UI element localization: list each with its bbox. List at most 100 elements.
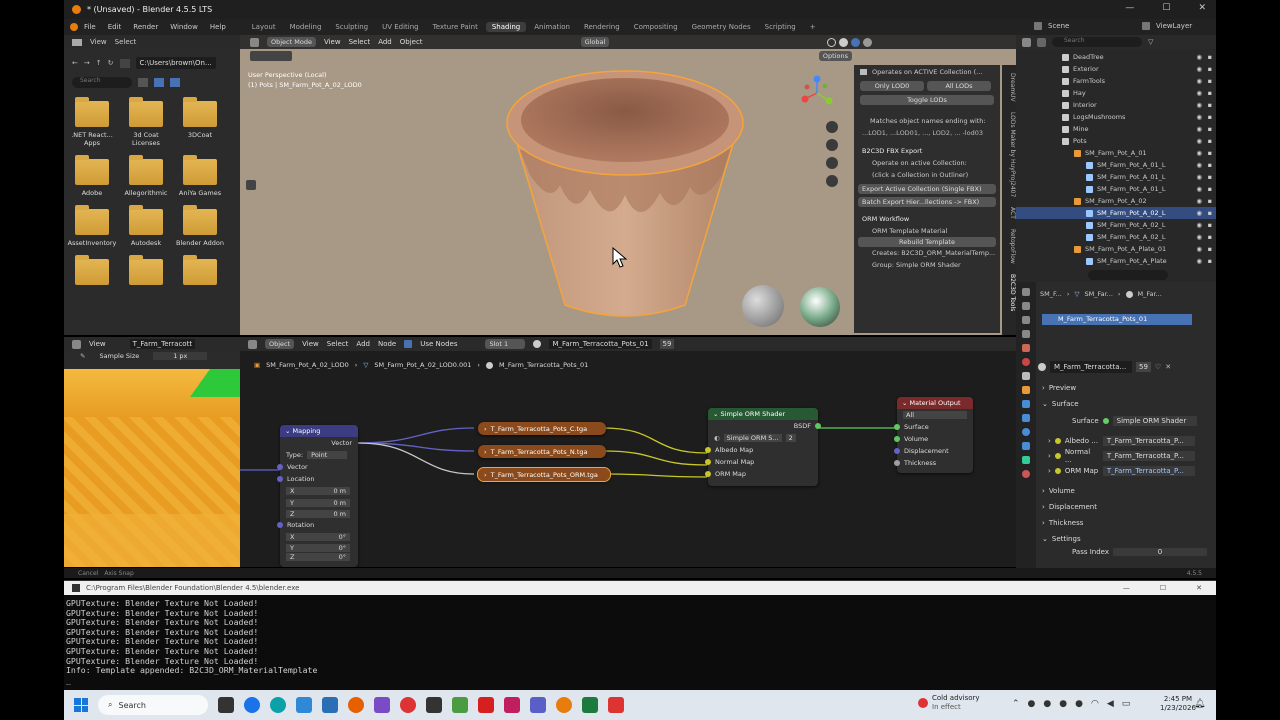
render-camera-icon[interactable]: ▪ xyxy=(1208,245,1212,253)
windows-start-icon[interactable] xyxy=(74,698,88,712)
tab-retopoflow[interactable]: RetopoFlow xyxy=(1002,229,1016,264)
data-tab-icon[interactable] xyxy=(1022,456,1030,464)
display-mode-icon[interactable] xyxy=(1037,37,1046,47)
settings-section[interactable]: ⌄ Settings xyxy=(1042,532,1212,545)
material-users-count[interactable]: 59 xyxy=(1136,362,1151,372)
visibility-eye-icon[interactable]: ◉ xyxy=(1196,209,1202,217)
navigation-gizmo[interactable] xyxy=(795,73,840,113)
location-x-field[interactable]: X0 m xyxy=(286,487,350,495)
rebuild-template-button[interactable]: Rebuild Template xyxy=(858,237,996,247)
parent-icon[interactable]: ↑ xyxy=(96,59,102,67)
battery-icon[interactable]: ▭ xyxy=(1122,699,1131,709)
scene-tab-icon[interactable] xyxy=(1022,344,1030,352)
folder-item[interactable]: .NET React... Apps xyxy=(66,97,118,147)
render-camera-icon[interactable]: ▪ xyxy=(1208,257,1212,265)
select-box-icon[interactable] xyxy=(250,51,292,61)
particles-tab-icon[interactable] xyxy=(1022,414,1030,422)
outliner-item[interactable]: SM_Farm_Pot_A_Plate ◉ ▪ xyxy=(1016,255,1216,267)
folder-item[interactable]: 3DCoat xyxy=(174,97,226,147)
acrobat-icon[interactable] xyxy=(478,697,494,713)
app-icon[interactable] xyxy=(504,697,520,713)
render-camera-icon[interactable]: ▪ xyxy=(1208,161,1212,169)
vscode-icon[interactable] xyxy=(426,697,442,713)
outliner-item[interactable]: DeadTree ◉ ▪ xyxy=(1016,51,1216,63)
mapping-type-dropdown[interactable]: Point xyxy=(307,451,348,459)
red-app-icon[interactable] xyxy=(608,697,624,713)
excel-icon[interactable] xyxy=(582,697,598,713)
constraints-tab-icon[interactable] xyxy=(1022,442,1030,450)
path-field[interactable]: C:\Users\brown\On... xyxy=(135,57,216,69)
tab-compositing[interactable]: Compositing xyxy=(628,22,684,32)
node-group-users[interactable]: 2 xyxy=(785,434,796,442)
render-camera-icon[interactable]: ▪ xyxy=(1208,65,1212,73)
options-button[interactable]: Options xyxy=(818,51,852,61)
tab-modeling[interactable]: Modeling xyxy=(284,22,328,32)
vp-menu-object[interactable]: Object xyxy=(400,38,423,46)
only-lod0-button[interactable]: Only LOD0 xyxy=(860,81,924,91)
render-camera-icon[interactable]: ▪ xyxy=(1208,53,1212,61)
shader-node-editor[interactable]: Object View Select Add Node Use Nodes Sl… xyxy=(240,337,1016,567)
tool-tab-icon[interactable] xyxy=(1022,288,1030,296)
outliner-search-input[interactable]: Search xyxy=(1052,37,1142,47)
firefox-icon[interactable] xyxy=(348,697,364,713)
render-camera-icon[interactable]: ▪ xyxy=(1208,149,1212,157)
viewport-3d[interactable]: Object Mode View Select Add Object Globa… xyxy=(240,35,1016,335)
output-tab-icon[interactable] xyxy=(1022,316,1030,324)
taskbar-search[interactable]: ⌕ Search xyxy=(98,695,208,715)
tray-app-icon[interactable]: ● xyxy=(1043,699,1051,709)
folder-item[interactable] xyxy=(120,255,172,285)
blender-taskbar-icon[interactable] xyxy=(556,697,572,713)
mode-dropdown[interactable]: Object Mode xyxy=(267,37,316,47)
outliner-item[interactable]: SM_Farm_Pot_A_01_L ◉ ▪ xyxy=(1016,159,1216,171)
visibility-eye-icon[interactable]: ◉ xyxy=(1196,149,1202,157)
material-output-node[interactable]: ⌄ Material Output All Surface Volume Dis… xyxy=(894,397,973,473)
folder-item[interactable]: AssetInventory xyxy=(66,205,118,247)
fbx-section-title[interactable]: B2C3D FBX Export xyxy=(854,145,1000,157)
outliner-item[interactable]: SM_Farm_Pot_A_01 ◉ ▪ xyxy=(1016,147,1216,159)
texture-preview[interactable] xyxy=(64,369,240,567)
export-active-collection-button[interactable]: Export Active Collection (Single FBX) xyxy=(858,184,996,194)
vp-menu-view[interactable]: View xyxy=(324,38,341,46)
outliner-item[interactable]: SM_Farm_Pot_A_02_L ◉ ▪ xyxy=(1016,219,1216,231)
folder-item[interactable]: Blender Addon xyxy=(174,205,226,247)
maximize-button[interactable]: ☐ xyxy=(1162,3,1170,13)
visibility-eye-icon[interactable]: ◉ xyxy=(1196,77,1202,85)
chrome-profile-icon[interactable] xyxy=(400,697,416,713)
tab-rendering[interactable]: Rendering xyxy=(578,22,626,32)
tab-animation[interactable]: Animation xyxy=(528,22,576,32)
outliner-item[interactable]: SM_Farm_Pot_A_01_L ◉ ▪ xyxy=(1016,183,1216,195)
tab-lods-maker[interactable]: LODs Maker by HuyProj2407 xyxy=(1002,112,1016,197)
displacement-section[interactable]: › Displacement xyxy=(1042,500,1212,513)
expand-icon[interactable]: › xyxy=(1048,437,1051,445)
volume-icon[interactable]: ◀ xyxy=(1107,699,1114,709)
physics-tab-icon[interactable] xyxy=(1022,428,1030,436)
render-tab-icon[interactable] xyxy=(1022,302,1030,310)
menu-help[interactable]: Help xyxy=(204,23,232,31)
orm-section-title[interactable]: ORM Workflow xyxy=(854,213,1000,225)
preview-section[interactable]: › Preview xyxy=(1042,381,1212,394)
toggle-lods-button[interactable]: Toggle LODs xyxy=(860,95,994,105)
all-lods-button[interactable]: All LODs xyxy=(927,81,991,91)
console-maximize-button[interactable]: ☐ xyxy=(1160,584,1166,592)
material-tab-icon[interactable] xyxy=(1022,470,1030,478)
outliner-item[interactable]: SM_Farm_Pot_A_02_L ◉ ▪ xyxy=(1016,207,1216,219)
node-group-browse-icon[interactable]: ◐ xyxy=(714,434,720,442)
fb-menu-select[interactable]: Select xyxy=(115,38,137,46)
add-workspace-button[interactable]: + xyxy=(804,22,822,32)
render-camera-icon[interactable]: ▪ xyxy=(1208,113,1212,121)
texture-node-albedo[interactable]: › T_Farm_Terracotta_Pots_C.tga xyxy=(478,422,606,435)
folder-item[interactable] xyxy=(174,255,226,285)
vp-menu-add[interactable]: Add xyxy=(378,38,392,46)
menu-window[interactable]: Window xyxy=(164,23,204,31)
fake-user-icon[interactable]: ♡ xyxy=(1155,363,1161,371)
wifi-icon[interactable]: ◠ xyxy=(1091,699,1099,709)
batch-export-button[interactable]: Batch Export Hier...llections -> FBX) xyxy=(858,197,996,207)
outliner-item[interactable]: FarmTools ◉ ▪ xyxy=(1016,75,1216,87)
expand-icon[interactable]: › xyxy=(1048,467,1051,475)
image-browse-field[interactable]: T_Farm_Terracott xyxy=(129,339,196,349)
blender-menu-icon[interactable] xyxy=(70,23,78,31)
rotation-x-field[interactable]: X 0° xyxy=(286,532,350,541)
collection-tab-icon[interactable] xyxy=(1022,372,1030,380)
refresh-icon[interactable]: ↻ xyxy=(108,59,114,67)
tab-b2c3d-tools[interactable]: B2C3D Tools xyxy=(1002,274,1016,311)
